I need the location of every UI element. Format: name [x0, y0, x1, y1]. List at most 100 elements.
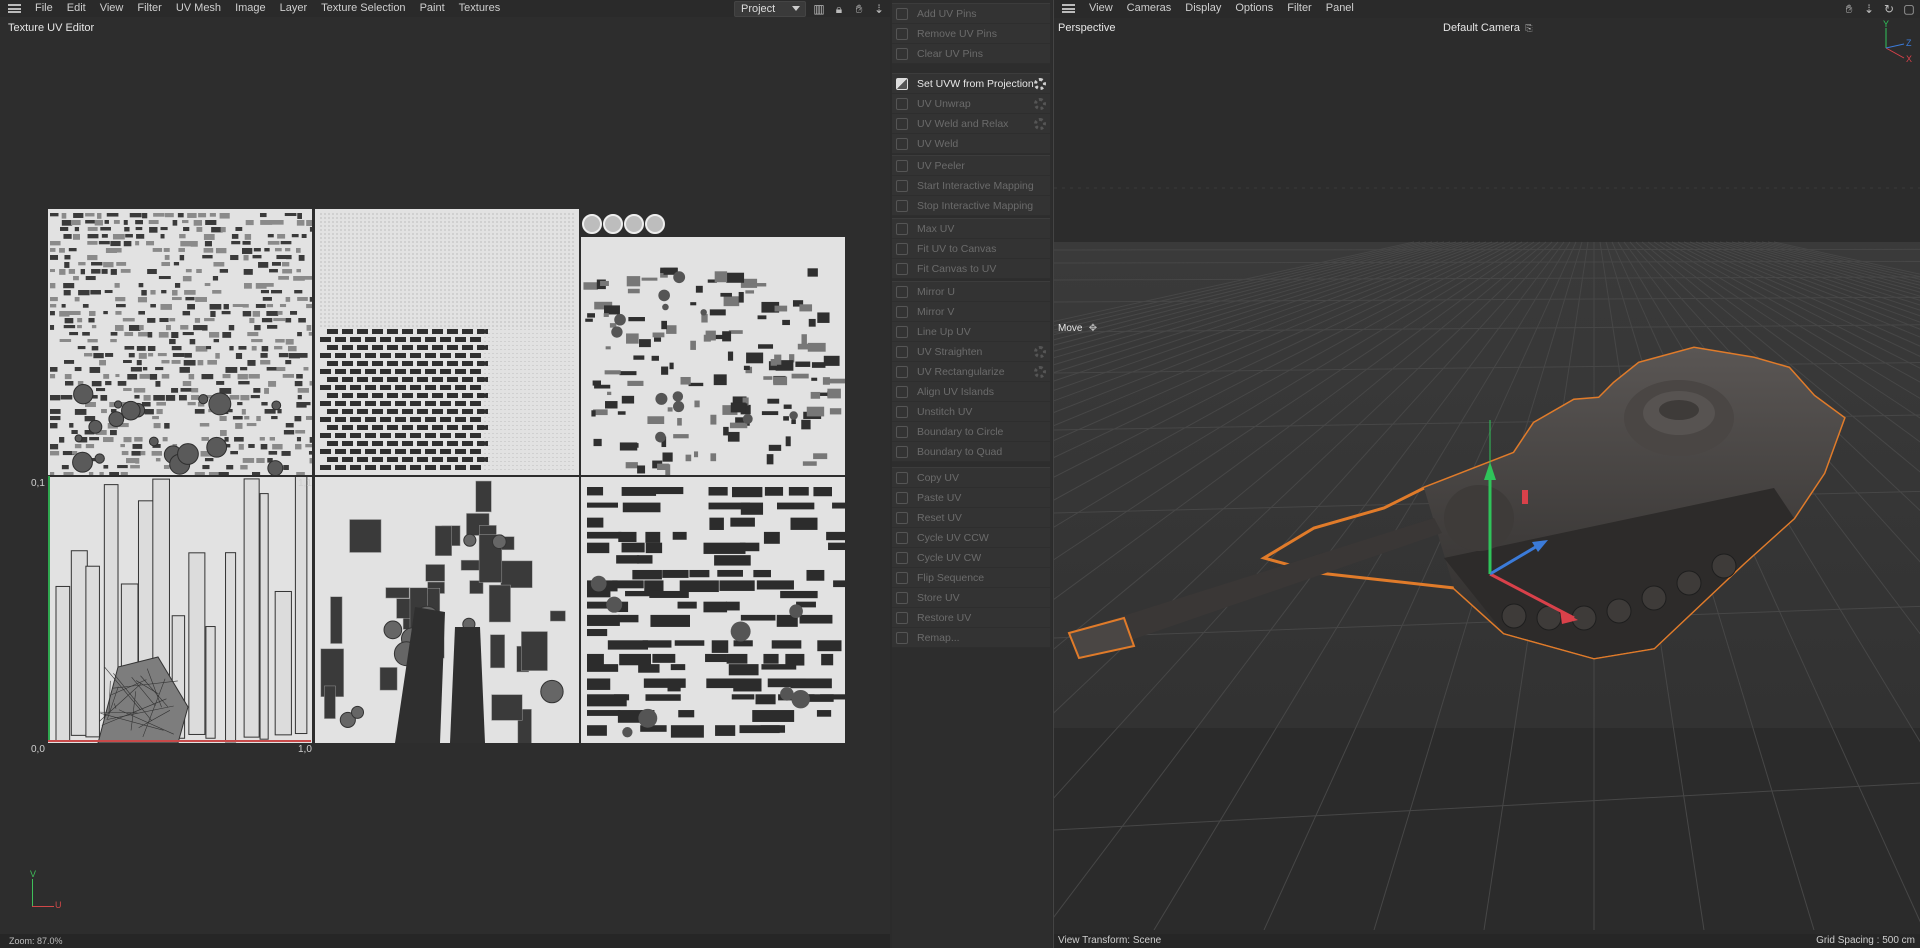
palette-command[interactable]: Clear UV Pins — [892, 44, 1050, 64]
viewport-scene: Y Z X — [1054, 18, 1920, 930]
command-label: Fit UV to Canvas — [917, 242, 997, 255]
command-icon — [896, 285, 908, 298]
command-icon — [896, 345, 908, 358]
command-label: Mirror V — [917, 305, 955, 318]
viewport-menubar: View Cameras Display Options Filter Pane… — [1054, 0, 1920, 17]
panel-title: Texture UV Editor — [8, 22, 95, 34]
gear-icon[interactable] — [1034, 118, 1046, 130]
palette-command[interactable]: Stop Interactive Mapping — [892, 196, 1050, 216]
project-mode-dropdown[interactable]: Project — [734, 0, 806, 17]
pan-hand-icon[interactable]: ✋︎ — [1842, 2, 1856, 16]
vp-menu-display[interactable]: Display — [1178, 0, 1228, 17]
command-label: UV Weld — [917, 137, 959, 150]
palette-command[interactable]: Unstitch UV — [892, 402, 1050, 422]
uv-v-axis-line — [48, 476, 50, 742]
palette-command[interactable]: Remap... — [892, 628, 1050, 648]
vp-menu-cameras[interactable]: Cameras — [1120, 0, 1179, 17]
palette-command[interactable]: Align UV Islands — [892, 382, 1050, 402]
palette-command[interactable]: Boundary to Quad — [892, 442, 1050, 462]
menu-uv-mesh[interactable]: UV Mesh — [169, 0, 228, 17]
uv-u-axis-line — [48, 740, 311, 742]
command-label: Set UVW from Projection — [917, 77, 1034, 90]
hamburger-menu-icon[interactable] — [0, 0, 28, 17]
palette-command[interactable]: Line Up UV — [892, 322, 1050, 342]
palette-command[interactable]: Max UV — [892, 219, 1050, 239]
palette-command[interactable]: Reset UV — [892, 508, 1050, 528]
palette-command[interactable]: UV Rectangularize — [892, 362, 1050, 382]
palette-command[interactable]: UV Unwrap — [892, 94, 1050, 114]
gear-icon[interactable] — [1034, 366, 1046, 378]
uv-label-0-1: 0,1 — [31, 478, 45, 489]
uv-command-palette: Add UV Pins Remove UV Pins Clear UV Pins Se… — [892, 0, 1052, 948]
uv-menubar: File Edit View Filter UV Mesh Image Laye… — [0, 0, 890, 17]
zoom-arrow-icon[interactable]: ⇣ — [872, 2, 886, 16]
menu-file[interactable]: File — [28, 0, 60, 17]
command-label: UV Peeler — [917, 159, 965, 172]
command-label: Unstitch UV — [917, 405, 973, 418]
menu-edit[interactable]: Edit — [60, 0, 93, 17]
viewport-panel[interactable]: View Cameras Display Options Filter Pane… — [1053, 0, 1920, 948]
palette-command[interactable]: Remove UV Pins — [892, 24, 1050, 44]
palette-command[interactable]: Cycle UV CCW — [892, 528, 1050, 548]
vp-menu-view[interactable]: View — [1082, 0, 1120, 17]
palette-group: Add UV Pins Remove UV Pins Clear UV Pins — [892, 3, 1050, 64]
gear-icon[interactable] — [1034, 98, 1046, 110]
palette-group: Copy UV Paste UV Reset UV Cycle UV CCW Cycle… — [892, 467, 1050, 648]
uv-tile-6 — [581, 477, 845, 743]
hamburger-menu-icon[interactable] — [1054, 0, 1082, 17]
lock-icon[interactable]: 🔒︎ — [832, 2, 846, 16]
palette-command[interactable]: Store UV — [892, 588, 1050, 608]
palette-command[interactable]: UV Straighten — [892, 342, 1050, 362]
menu-texture-selection[interactable]: Texture Selection — [314, 0, 412, 17]
palette-command[interactable]: Paste UV — [892, 488, 1050, 508]
palette-command[interactable]: Cycle UV CW — [892, 548, 1050, 568]
palette-command[interactable]: UV Peeler — [892, 156, 1050, 176]
command-icon — [896, 611, 908, 624]
palette-command[interactable]: Fit UV to Canvas — [892, 239, 1050, 259]
palette-group: Set UVW from Projection UV Unwrap UV Weld … — [892, 73, 1050, 154]
chevron-down-icon — [792, 6, 800, 11]
uv-tile-3 — [581, 237, 845, 475]
palette-command[interactable]: Mirror V — [892, 302, 1050, 322]
command-icon — [896, 179, 908, 192]
vp-menu-options[interactable]: Options — [1228, 0, 1280, 17]
pan-hand-icon[interactable]: ✋︎ — [852, 2, 866, 16]
palette-group: Max UV Fit UV to Canvas Fit Canvas to UV — [892, 218, 1050, 279]
gear-icon[interactable] — [1034, 78, 1046, 90]
palette-command[interactable]: Add UV Pins — [892, 4, 1050, 24]
menu-layer[interactable]: Layer — [273, 0, 315, 17]
maximize-view-icon[interactable]: ▢ — [1902, 2, 1916, 16]
command-icon — [896, 571, 908, 584]
gear-icon[interactable] — [1034, 346, 1046, 358]
menu-paint[interactable]: Paint — [413, 0, 452, 17]
axis-x-label: X — [1906, 54, 1912, 64]
palette-command[interactable]: UV Weld — [892, 134, 1050, 154]
camera-name-label[interactable]: Default Camera — [1443, 22, 1520, 34]
vp-menu-panel[interactable]: Panel — [1319, 0, 1361, 17]
histogram-icon[interactable]: ▥ — [812, 2, 826, 16]
dolly-arrow-icon[interactable]: ⇣ — [1862, 2, 1876, 16]
palette-command[interactable]: Boundary to Circle — [892, 422, 1050, 442]
orbit-icon[interactable]: ↻ — [1882, 2, 1896, 16]
palette-command[interactable]: Fit Canvas to UV — [892, 259, 1050, 279]
menu-view[interactable]: View — [93, 0, 131, 17]
menu-filter[interactable]: Filter — [130, 0, 168, 17]
palette-command[interactable]: UV Weld and Relax — [892, 114, 1050, 134]
palette-command[interactable]: Mirror U — [892, 282, 1050, 302]
palette-command[interactable]: Restore UV — [892, 608, 1050, 628]
command-icon — [896, 491, 908, 504]
menu-textures[interactable]: Textures — [452, 0, 508, 17]
command-label: UV Weld and Relax — [917, 117, 1009, 130]
palette-command[interactable]: Set UVW from Projection — [892, 74, 1050, 94]
palette-command[interactable]: Copy UV — [892, 468, 1050, 488]
palette-command[interactable]: Start Interactive Mapping — [892, 176, 1050, 196]
command-label: Copy UV — [917, 471, 960, 484]
view-name-label[interactable]: Perspective — [1058, 22, 1115, 34]
menu-image[interactable]: Image — [228, 0, 273, 17]
viewport-canvas[interactable]: Y Z X — [1054, 18, 1920, 930]
camera-icon[interactable]: ⎘ — [1522, 21, 1536, 35]
vp-menu-filter[interactable]: Filter — [1280, 0, 1318, 17]
command-label: Remap... — [917, 631, 960, 644]
uv-canvas[interactable] — [48, 209, 848, 743]
palette-command[interactable]: Flip Sequence — [892, 568, 1050, 588]
